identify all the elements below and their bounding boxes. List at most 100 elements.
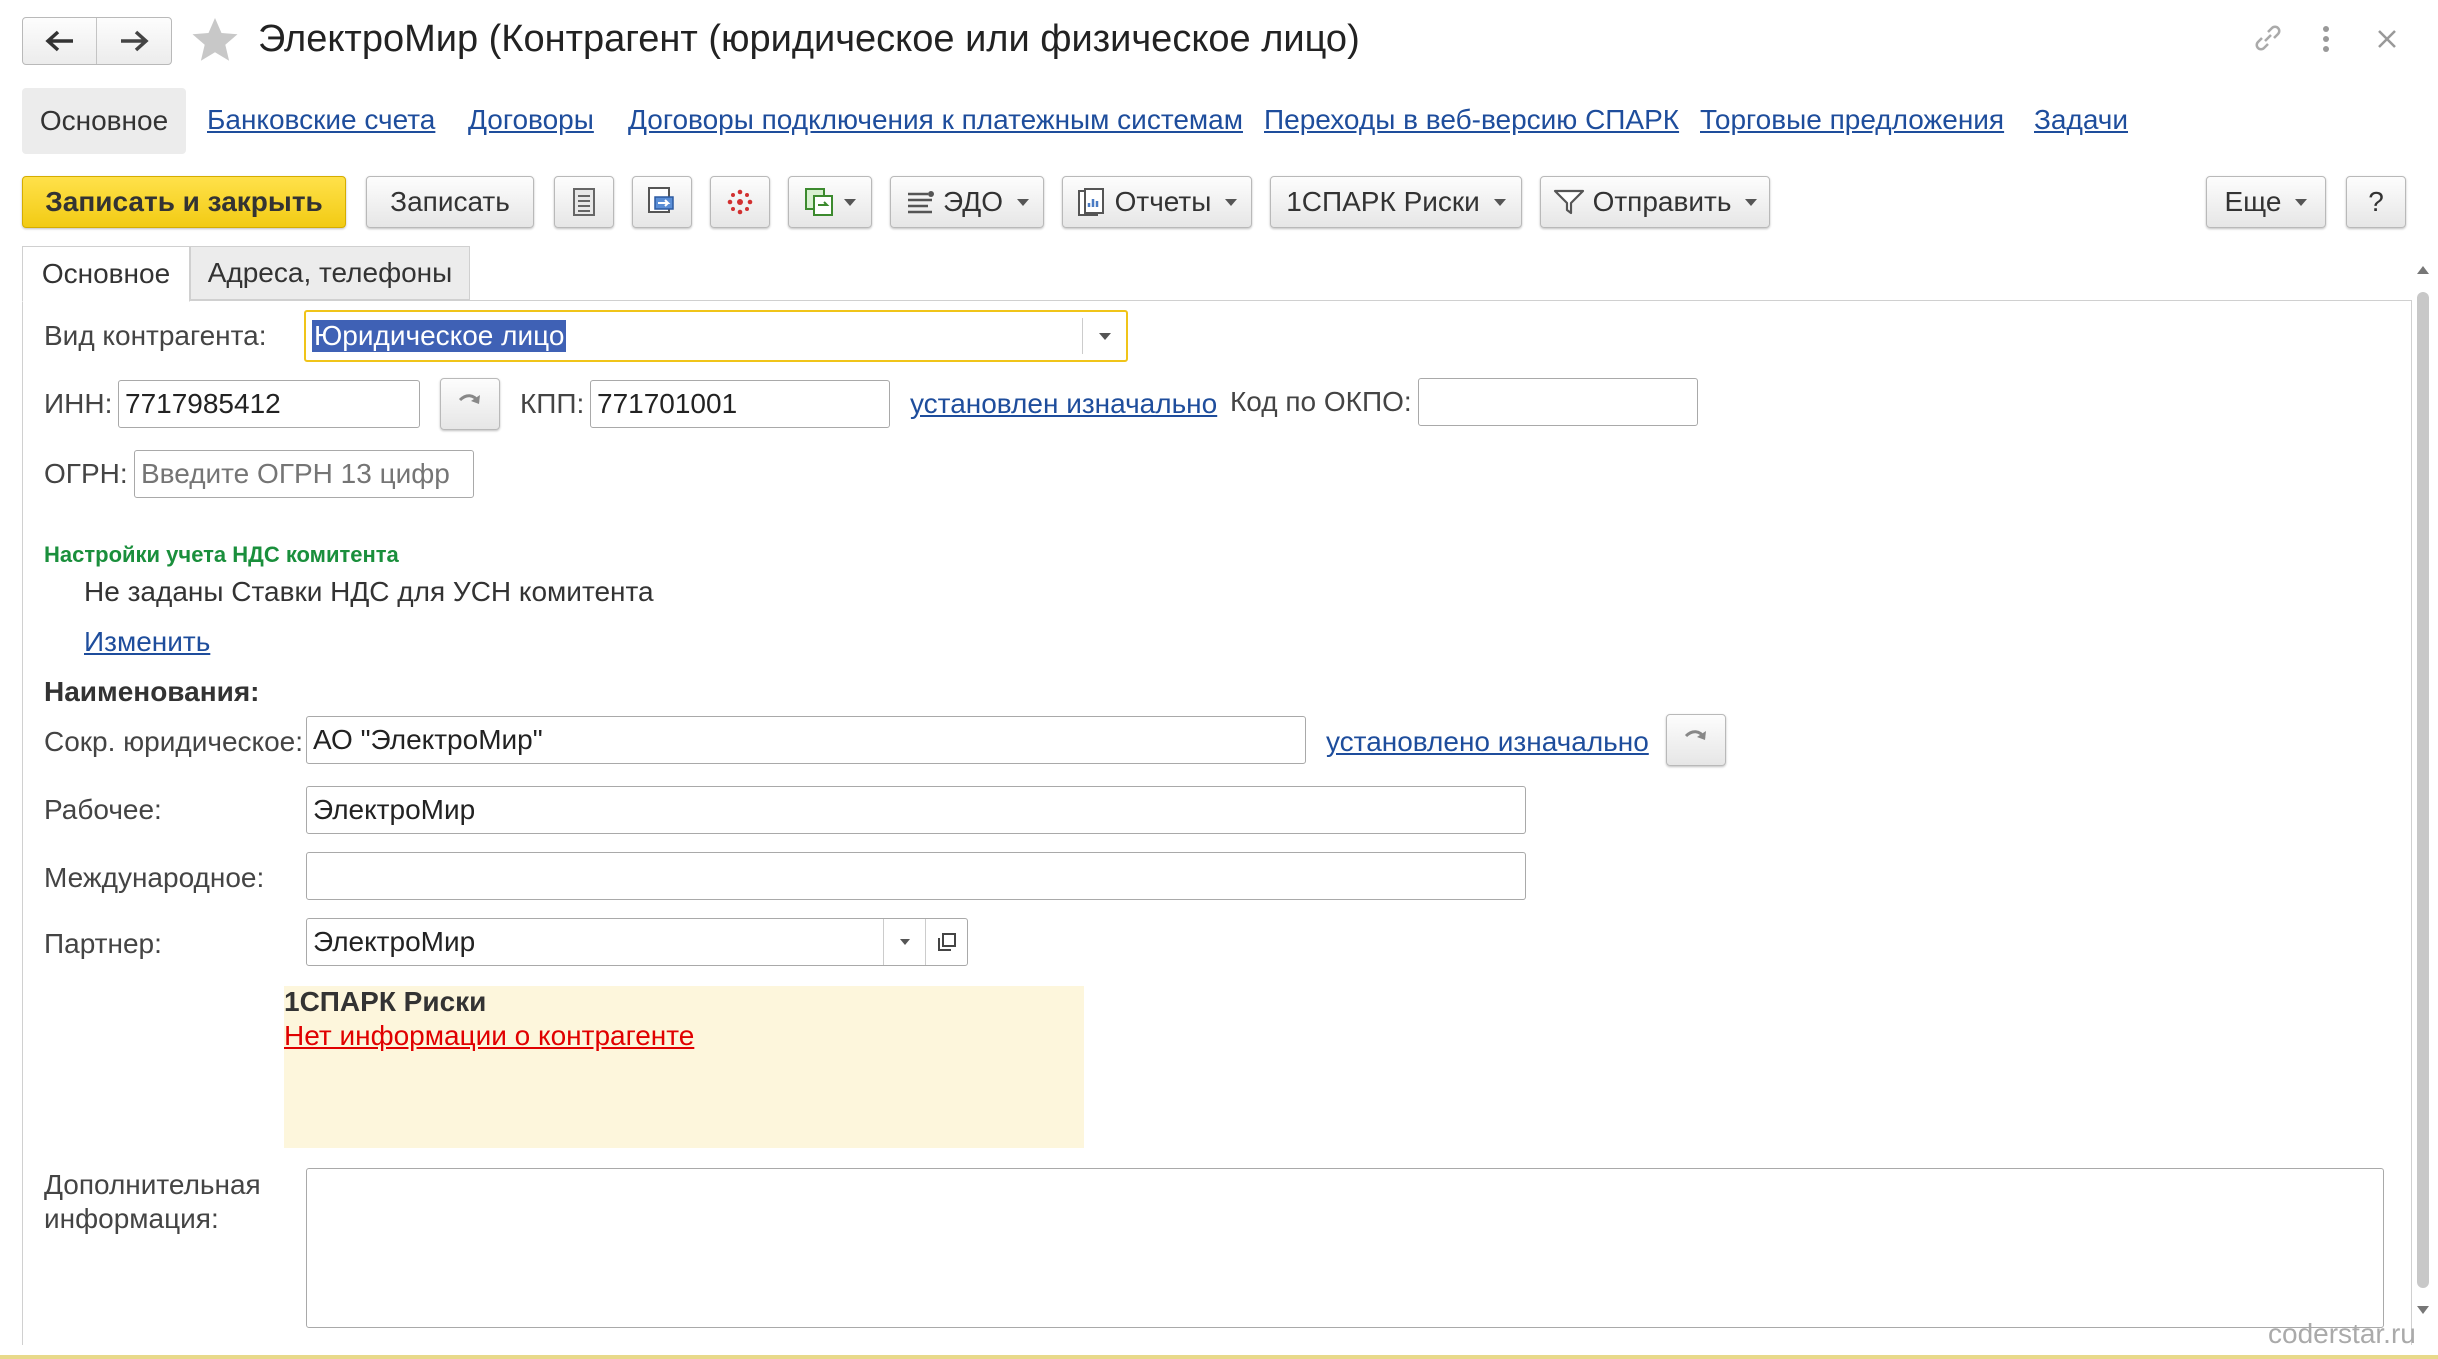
spark-risks-button[interactable]: 1СПАРК Риски (1270, 176, 1522, 228)
nav-tab-trade-offers[interactable]: Торговые предложения (1700, 104, 2004, 136)
help-label: ? (2368, 186, 2384, 217)
extra-info-textarea[interactable] (306, 1168, 2384, 1328)
chevron-down-icon (844, 198, 856, 206)
print-preview-button[interactable] (632, 176, 692, 228)
save-button[interactable]: Записать (366, 176, 534, 228)
extra-info-label: Дополнительная информация: (44, 1169, 261, 1234)
form-tab-addresses-label: Адреса, телефоны (207, 257, 453, 288)
print-document-icon (648, 187, 674, 213)
scroll-up-arrow-icon[interactable] (2417, 266, 2429, 274)
structure-button[interactable] (710, 176, 770, 228)
edo-button[interactable]: ЭДО (890, 176, 1044, 228)
fill-arrow-icon (458, 394, 480, 404)
kpp-initial-link[interactable]: установлен изначально (910, 388, 1217, 420)
form-tab-addresses[interactable]: Адреса, телефоны (190, 246, 470, 300)
chevron-down-icon (899, 939, 910, 945)
kind-dropdown-button[interactable] (1082, 318, 1126, 354)
save-label: Записать (390, 186, 510, 217)
scrollbar-thumb[interactable] (2417, 292, 2429, 1288)
nav-tab-payment-contracts[interactable]: Договоры подключения к платежным система… (628, 104, 1243, 136)
scroll-down-arrow-icon[interactable] (2417, 1306, 2429, 1314)
nav-tab-contracts[interactable]: Договоры (468, 104, 594, 136)
create-based-on-button[interactable] (788, 176, 872, 228)
intl-name-field[interactable] (306, 852, 1526, 900)
help-button[interactable]: ? (2346, 176, 2406, 228)
bottom-divider (0, 1355, 2438, 1359)
partner-dropdown-button[interactable] (883, 919, 925, 965)
ogrn-label: ОГРН: (44, 458, 128, 489)
reports-label: Отчеты (1114, 186, 1212, 217)
names-title: Наименования: (44, 676, 260, 707)
okpo-field[interactable] (1418, 378, 1698, 426)
filter-send-icon (1553, 189, 1584, 215)
forward-arrow-icon (121, 30, 149, 52)
kind-value: Юридическое лицо (312, 320, 567, 352)
nav-tab-main-label: Основное (39, 105, 169, 136)
ogrn-field[interactable] (134, 450, 474, 498)
document-list-icon (573, 188, 595, 216)
forward-button[interactable] (97, 18, 171, 64)
watermark: coderstar.ru (2268, 1318, 2416, 1349)
scrollbar[interactable] (2412, 262, 2434, 1322)
kind-label: Вид контрагента: (44, 320, 267, 351)
more-vertical-icon[interactable] (2318, 24, 2334, 54)
spark-no-info-link[interactable]: Нет информации о контрагенте (284, 1020, 694, 1052)
vat-text: Не заданы Ставки НДС для УСН комитента (84, 576, 654, 607)
kind-select[interactable]: Юридическое лицо (304, 310, 1128, 362)
spark-risks-title: 1СПАРК Риски (284, 986, 487, 1017)
edo-icon (908, 191, 935, 214)
save-and-close-button[interactable]: Записать и закрыть (22, 176, 346, 228)
chevron-down-icon (1098, 332, 1111, 340)
kpp-label: КПП: (520, 388, 585, 419)
inn-label: ИНН: (44, 388, 113, 419)
edo-label: ЭДО (943, 186, 1003, 217)
structure-dots-icon (727, 189, 753, 215)
partner-field[interactable]: ЭлектроМир (306, 918, 968, 966)
nav-tab-bank-accounts[interactable]: Банковские счета (207, 104, 435, 136)
window-title: ЭлектроМир (Контрагент (юридическое или … (258, 18, 1360, 60)
spark-risks-panel: 1СПАРК Риски Нет информации о контрагент… (284, 986, 1084, 1148)
vat-change-link[interactable]: Изменить (84, 626, 210, 658)
chevron-down-icon (1745, 198, 1758, 206)
open-window-icon (937, 933, 956, 951)
spark-risks-label: 1СПАРК Риски (1286, 186, 1480, 217)
nav-tab-tasks[interactable]: Задачи (2034, 104, 2128, 136)
nav-tab-main[interactable]: Основное (22, 88, 186, 154)
inn-field[interactable]: 7717985412 (118, 380, 420, 428)
short-name-initial-link[interactable]: установлено изначально (1326, 726, 1649, 758)
chevron-down-icon (1225, 198, 1238, 206)
reports-button[interactable]: Отчеты (1062, 176, 1252, 228)
link-icon[interactable] (2252, 22, 2284, 54)
kpp-field[interactable]: 771701001 (590, 380, 890, 428)
nav-tab-spark-web[interactable]: Переходы в веб-версию СПАРК (1264, 104, 1679, 136)
favorite-star-icon[interactable] (190, 16, 240, 64)
inn-fill-button[interactable] (440, 378, 500, 430)
partner-open-button[interactable] (925, 919, 967, 965)
more-label: Еще (2224, 186, 2282, 217)
history-nav (22, 17, 172, 65)
reports-icon (1077, 188, 1104, 216)
okpo-label: Код по ОКПО: (1230, 386, 1412, 417)
form-tab-main[interactable]: Основное (22, 246, 190, 302)
partner-value: ЭлектроМир (313, 926, 476, 957)
document-list-button[interactable] (554, 176, 614, 228)
chevron-down-icon (1016, 198, 1029, 206)
back-button[interactable] (23, 18, 97, 64)
work-name-field[interactable]: ЭлектроМир (306, 786, 1526, 834)
fill-arrow-icon (1684, 730, 1706, 740)
chevron-down-icon (1493, 198, 1506, 206)
more-button[interactable]: Еще (2206, 176, 2326, 228)
save-and-close-label: Записать и закрыть (45, 186, 323, 217)
chevron-down-icon (2295, 198, 2308, 206)
create-based-on-icon (805, 188, 833, 216)
intl-name-label: Международное: (44, 862, 265, 893)
send-button[interactable]: Отправить (1540, 176, 1770, 228)
vat-section-title: Настройки учета НДС комитента (44, 542, 399, 567)
form-tab-main-label: Основное (41, 258, 171, 289)
back-arrow-icon (44, 30, 73, 52)
close-icon[interactable] (2376, 28, 2398, 50)
short-name-fill-button[interactable] (1666, 714, 1726, 766)
short-name-label: Сокр. юридическое: (44, 726, 304, 757)
short-name-field[interactable]: АО "ЭлектроМир" (306, 716, 1306, 764)
send-label: Отправить (1592, 186, 1732, 217)
